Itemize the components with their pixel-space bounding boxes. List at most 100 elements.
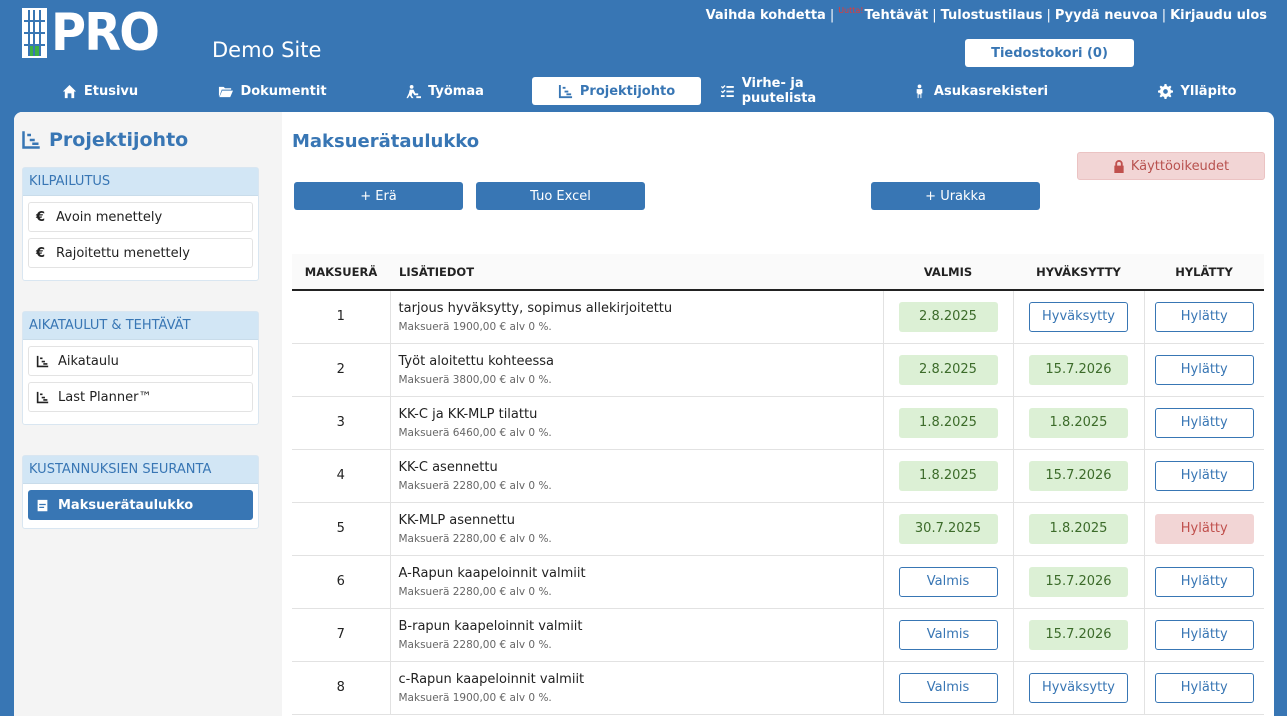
cell-info: B-rapun kaapeloinnit valmiit Maksuerä 228… (389, 608, 883, 662)
hyvaksytty-button[interactable]: Hyväksytty (1029, 301, 1128, 332)
cell-number: 1 (292, 290, 390, 344)
cell-number: 3 (292, 396, 390, 450)
batch-description: KK-MLP asennettu (398, 512, 515, 528)
new-badge: Uutta! (838, 6, 864, 15)
valmis-button[interactable]: Valmis (898, 619, 998, 650)
sidebar-item-label: Aikataulu (58, 353, 119, 369)
add-contract-button[interactable]: + Urakka (871, 182, 1040, 210)
cell-hyvaksytty: 1.8.2025 (1012, 396, 1144, 450)
payment-table: MAKSUERÄ LISÄTIEDOT VALMIS HYVÄKSYTTY HY… (292, 254, 1264, 715)
cell-number: 8 (292, 661, 390, 715)
batch-description: A-Rapun kaapeloinnit valmiit (398, 565, 586, 581)
panel-header: KILPAILUTUS (23, 168, 258, 196)
cell-hylatty: Hylätty (1143, 396, 1264, 450)
hyvaksytty-date: 1.8.2025 (1029, 513, 1128, 544)
separator: | (829, 8, 835, 23)
valmis-date: 30.7.2025 (898, 513, 998, 544)
site-title: Demo Site (212, 38, 322, 62)
hylatty-button[interactable]: Hylätty (1154, 672, 1254, 703)
hyvaksytty-date: 15.7.2026 (1029, 460, 1128, 491)
column-header-maksuera: MAKSUERÄ (292, 254, 390, 291)
sidebar-item-avoin-menettely[interactable]: € Avoin menettely (28, 202, 253, 232)
nav-label: Etusivu (83, 83, 139, 99)
nav-projektijohto[interactable]: Projektijohto (532, 77, 701, 105)
cell-valmis: 30.7.2025 (882, 502, 1013, 556)
sidebar-item-rajoitettu-menettely[interactable]: € Rajoitettu menettely (28, 238, 253, 268)
hylatty-button[interactable]: Hylätty (1154, 301, 1254, 332)
link-logout[interactable]: Kirjaudu ulos (1170, 8, 1267, 23)
sidebar-title: Projektijohto (21, 129, 188, 151)
batch-description: Työt aloitettu kohteessa (398, 353, 554, 369)
hyvaksytty-button[interactable]: Hyväksytty (1029, 672, 1128, 703)
permissions-label: Käyttöoikeudet (1130, 158, 1230, 174)
cell-number: 5 (292, 502, 390, 556)
column-header-hyvaksytty: HYVÄKSYTTY (1013, 254, 1144, 291)
cell-number: 4 (292, 449, 390, 503)
cell-hylatty: Hylätty (1143, 343, 1264, 397)
import-excel-button[interactable]: Tuo Excel (476, 182, 645, 210)
batch-number: 8 (336, 680, 345, 695)
link-tasks[interactable]: Tehtävät (865, 8, 929, 23)
cell-hylatty: Hylätty (1143, 608, 1264, 662)
nav-yllapito[interactable]: Ylläpito (1150, 77, 1245, 105)
cell-hylatty: Hylätty (1143, 661, 1264, 715)
sidebar-item-maksueratauluko[interactable]: Maksuerätaulukko (28, 490, 253, 520)
hyvaksytty-date: 15.7.2026 (1029, 619, 1128, 650)
hylatty-button[interactable]: Hylätty (1154, 354, 1254, 385)
panel-aikataulut: AIKATAULUT & TEHTÄVÄT Aikataulu Last Pla… (22, 311, 259, 425)
nav-etusivu[interactable]: Etusivu (40, 77, 160, 105)
cell-valmis: 2.8.2025 (882, 343, 1013, 397)
table-header-row: MAKSUERÄ LISÄTIEDOT VALMIS HYVÄKSYTTY HY… (292, 254, 1264, 291)
batch-description: KK-C asennettu (398, 459, 498, 475)
hylatty-button[interactable]: Hylätty (1154, 407, 1254, 438)
permissions-button[interactable]: Käyttöoikeudet (1077, 152, 1265, 180)
link-ask-help[interactable]: Pyydä neuvoa (1055, 8, 1158, 23)
cell-valmis: Valmis (882, 555, 1013, 609)
cell-hyvaksytty: 15.7.2026 (1012, 555, 1144, 609)
logo-grid-icon (22, 8, 47, 58)
link-print-order[interactable]: Tulostustilaus (941, 8, 1043, 23)
batch-number: 4 (336, 468, 345, 483)
sidebar-item-label: Rajoitettu menettely (56, 245, 190, 261)
chart-icon (36, 391, 49, 403)
panel-header: AIKATAULUT & TEHTÄVÄT (23, 312, 258, 340)
add-batch-button[interactable]: + Erä (294, 182, 463, 210)
cell-info: c-Rapun kaapeloinnit valmiit Maksuerä 190… (389, 661, 883, 715)
cell-hyvaksytty: 15.7.2026 (1012, 449, 1144, 503)
separator: | (1046, 8, 1051, 23)
cell-hyvaksytty: 1.8.2025 (1012, 502, 1144, 556)
nav-label: Ylläpito (1180, 83, 1237, 99)
valmis-button[interactable]: Valmis (898, 672, 998, 703)
sidebar-item-label: Last Planner™ (58, 389, 152, 405)
table-row: 1 tarjous hyväksytty, sopimus allekirjoit… (292, 290, 1264, 344)
nav-label: Asukasrekisteri (933, 83, 1049, 99)
file-cart-button[interactable]: Tiedostokori (0) (965, 39, 1134, 67)
nav-virhe-ja-puutelista[interactable]: Virhe- ja puutelista (720, 76, 880, 106)
hylatty-button[interactable]: Hylätty (1154, 619, 1254, 650)
gear-icon (1158, 83, 1174, 99)
link-change-site[interactable]: Vaihda kohdetta (706, 8, 826, 23)
hylatty-status[interactable]: Hylätty (1154, 513, 1254, 544)
batch-amount: Maksuerä 1900,00 € alv 0 %. (398, 320, 552, 333)
valmis-button[interactable]: Valmis (898, 566, 998, 597)
checklist-icon (720, 84, 734, 97)
cell-hylatty: Hylätty (1143, 290, 1264, 344)
cell-number: 2 (292, 343, 390, 397)
logo[interactable]: PRO (22, 7, 167, 59)
cell-hyvaksytty: Hyväksytty (1012, 661, 1144, 715)
nav-label: Dokumentit (240, 83, 327, 99)
batch-amount: Maksuerä 2280,00 € alv 0 %. (398, 479, 552, 492)
cell-valmis: 1.8.2025 (882, 449, 1013, 503)
separator: | (1161, 8, 1167, 23)
nav-dokumentit[interactable]: Dokumentit (205, 77, 340, 105)
table-row: 5 KK-MLP asennettu Maksuerä 2280,00 € alv … (292, 502, 1264, 556)
hylatty-button[interactable]: Hylätty (1154, 566, 1254, 597)
cell-hyvaksytty: 15.7.2026 (1012, 608, 1144, 662)
sidebar-item-aikataulu[interactable]: Aikataulu (28, 346, 253, 376)
cell-number: 6 (292, 555, 390, 609)
nav-tyomaa[interactable]: Työmaa (385, 77, 505, 105)
hylatty-button[interactable]: Hylätty (1154, 460, 1254, 491)
worker-icon (406, 84, 422, 98)
sidebar-item-last-planner[interactable]: Last Planner™ (28, 382, 253, 412)
nav-asukasrekisteri[interactable]: Asukasrekisteri (910, 77, 1050, 105)
